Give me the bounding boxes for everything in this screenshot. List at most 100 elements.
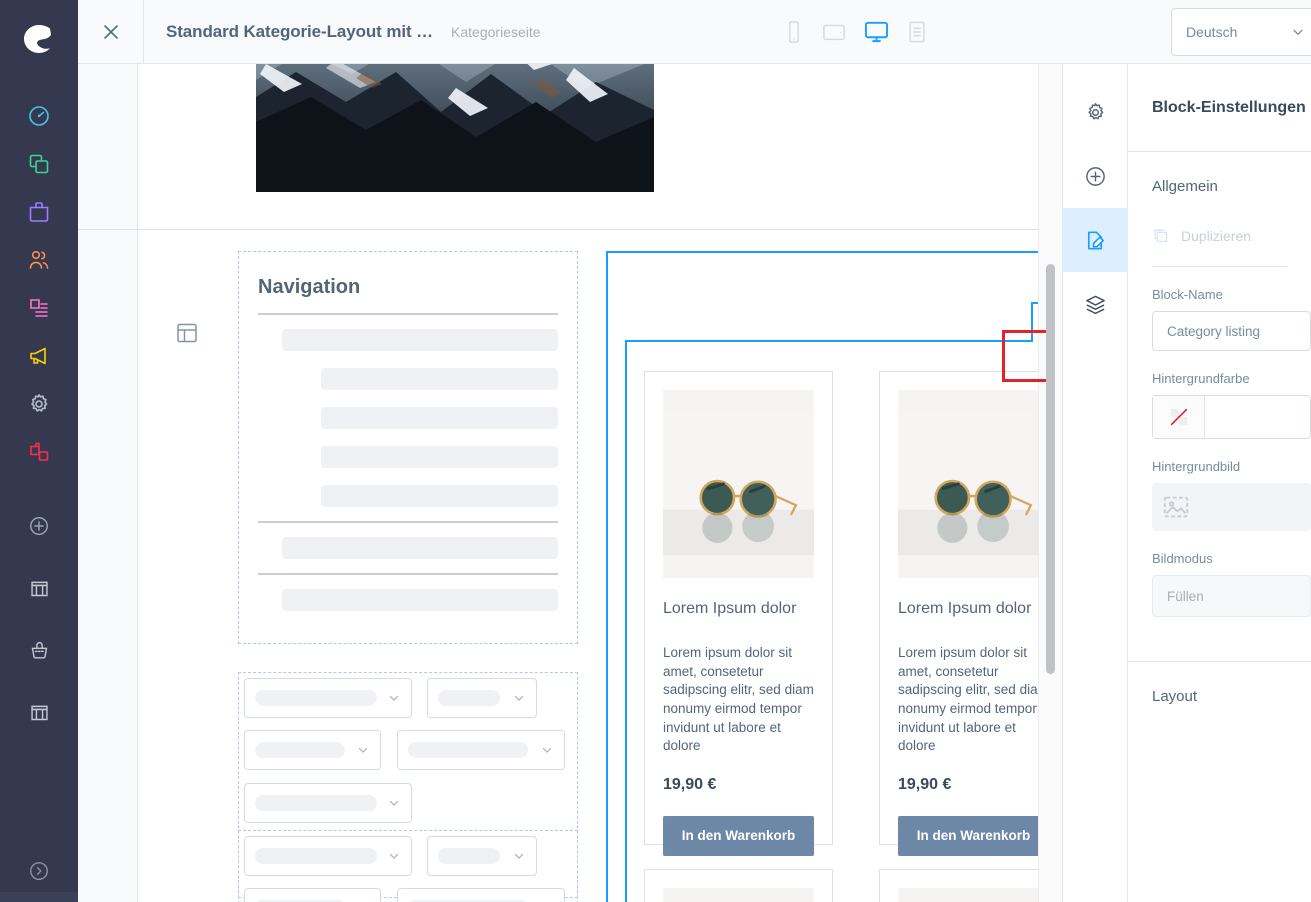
filter-placeholder	[255, 795, 377, 811]
device-mobile-button[interactable]	[783, 20, 805, 44]
device-desktop-button[interactable]	[863, 19, 890, 44]
chevron-down-icon	[514, 853, 524, 859]
background-color-field[interactable]	[1152, 395, 1311, 439]
panel-tab-layers[interactable]	[1062, 272, 1128, 336]
language-zone: Deutsch	[1171, 0, 1311, 63]
panel-section-layout: Layout	[1152, 688, 1198, 705]
filter-block-lower[interactable]	[238, 830, 578, 902]
editor-topbar: Standard Kategorie-Layout mit … Kategori…	[78, 0, 1311, 64]
filter-select[interactable]	[427, 836, 537, 876]
duplicate-icon	[1154, 229, 1168, 243]
canvas-left-gutter	[78, 64, 138, 902]
chevron-down-icon	[389, 853, 399, 859]
add-to-cart-button[interactable]: In den Warenkorb	[663, 815, 814, 856]
panel-title: Block-Einstellungen	[1152, 98, 1306, 116]
canvas-scrollbar-thumb[interactable]	[1046, 264, 1055, 674]
product-image-wrap	[663, 390, 814, 578]
filter-placeholder	[255, 690, 377, 706]
sidebar-item-catalogues[interactable]	[0, 140, 78, 188]
product-card[interactable]: Lorem Ipsum dolor Lorem ipsum dolor sit …	[644, 371, 833, 856]
mobile-view-icon	[789, 20, 800, 43]
background-image-label: Hintergrundbild	[1152, 459, 1241, 474]
filter-select[interactable]	[244, 678, 412, 718]
add-to-cart-button[interactable]: In den Warenkorb	[898, 815, 1049, 856]
image-placeholder-icon	[1163, 496, 1189, 518]
navigation-skeleton-list	[239, 329, 577, 507]
sidebar-item-dashboard[interactable]	[0, 92, 78, 140]
chevron-down-icon	[358, 747, 368, 753]
category-listing-block[interactable]: Lorem Ipsum dolor Lorem ipsum dolor sit …	[606, 251, 1062, 902]
sidebar-item-marketing[interactable]	[0, 332, 78, 380]
sidebar-collapse-toggle[interactable]	[0, 860, 78, 882]
main-sidebar	[0, 0, 78, 902]
panel-tab-add-block[interactable]	[1062, 144, 1128, 208]
navigation-rule-3	[258, 573, 558, 575]
filter-select[interactable]	[397, 888, 565, 902]
product-description: Lorem ipsum dolor sit amet, consetetur s…	[898, 645, 1049, 754]
navigation-title: Navigation	[258, 276, 361, 298]
content-icon	[30, 299, 48, 317]
close-icon	[103, 24, 118, 39]
sidebar-item-storefront-2[interactable]	[0, 688, 78, 736]
tablet-view-icon	[823, 24, 846, 40]
block-name-input[interactable]: Category listing	[1152, 311, 1311, 351]
add-block-icon	[1085, 166, 1105, 186]
shopware-logo[interactable]	[0, 0, 78, 78]
product-price: 19,90 €	[663, 775, 717, 793]
background-image-field[interactable]	[1152, 483, 1311, 531]
page-title: Standard Kategorie-Layout mit …	[166, 21, 434, 41]
chevron-down-icon	[389, 695, 399, 701]
customers-icon	[29, 250, 49, 269]
product-card[interactable]: Lorem Ipsum dolor Lorem ipsum dolor sit …	[879, 869, 1062, 902]
category-listing-inner[interactable]: Lorem Ipsum dolor Lorem ipsum dolor sit …	[625, 302, 1062, 902]
sidebar-item-extensions[interactable]	[0, 428, 78, 476]
filter-placeholder	[438, 848, 500, 864]
canvas-scroll-viewport: Navigation Lorem Ipsum dolor Lorem ipsum…	[138, 64, 1062, 902]
filter-select[interactable]	[397, 730, 565, 770]
headless-icon	[31, 641, 47, 658]
navigation-rule-2	[258, 521, 558, 523]
panel-section-general: Allgemein	[1152, 178, 1218, 195]
hero-image-block[interactable]	[256, 64, 654, 192]
close-editor-button[interactable]	[78, 0, 144, 63]
sidebar-item-storefront[interactable]	[0, 564, 78, 612]
expand-sidebar-icon	[30, 862, 48, 880]
sunglasses-product-image	[898, 888, 1049, 902]
filter-select[interactable]	[244, 888, 381, 902]
dashboard-icon	[29, 106, 49, 126]
product-card[interactable]: Lorem Ipsum dolor Lorem ipsum dolor sit …	[879, 371, 1062, 856]
device-form-button[interactable]	[906, 20, 928, 44]
filter-select[interactable]	[427, 678, 537, 718]
editor-main: Standard Kategorie-Layout mit … Kategori…	[78, 0, 1311, 902]
filter-placeholder	[255, 848, 377, 864]
sidebar-item-headless[interactable]	[0, 626, 78, 674]
sidebar-item-add-sales-channel[interactable]	[0, 502, 78, 550]
sunglasses-product-image	[663, 888, 814, 902]
panel-tab-settings[interactable]	[1062, 80, 1128, 144]
navigation-block[interactable]: Navigation	[238, 251, 578, 644]
form-view-icon	[909, 21, 925, 42]
skeleton-row	[321, 407, 558, 429]
language-select[interactable]: Deutsch	[1171, 7, 1311, 56]
product-card[interactable]: Lorem Ipsum dolor Lorem ipsum dolor sit …	[644, 869, 833, 902]
cms-canvas: Navigation Lorem Ipsum dolor Lorem ipsum…	[78, 64, 1062, 902]
filter-placeholder	[255, 742, 345, 758]
sidebar-item-settings[interactable]	[0, 380, 78, 428]
panel-tab-edit-block[interactable]	[1062, 208, 1128, 272]
device-preview-switcher	[541, 0, 1171, 63]
language-value: Deutsch	[1186, 23, 1238, 40]
product-image-wrap	[898, 888, 1049, 902]
sidebar-item-orders[interactable]	[0, 188, 78, 236]
duplicate-block-button[interactable]: Duplizieren	[1128, 195, 1311, 244]
image-mode-select[interactable]: Füllen	[1152, 575, 1311, 617]
sidebar-item-customers[interactable]	[0, 236, 78, 284]
filter-select[interactable]	[244, 730, 381, 770]
background-color-swatch[interactable]	[1153, 396, 1205, 438]
device-tablet-button[interactable]	[821, 20, 847, 44]
filter-select[interactable]	[244, 836, 412, 876]
sidebar-item-content[interactable]	[0, 284, 78, 332]
image-mode-label: Bildmodus	[1152, 551, 1213, 566]
product-image-wrap	[898, 390, 1049, 578]
product-name: Lorem Ipsum dolor	[663, 600, 797, 617]
filter-select[interactable]	[244, 783, 412, 823]
